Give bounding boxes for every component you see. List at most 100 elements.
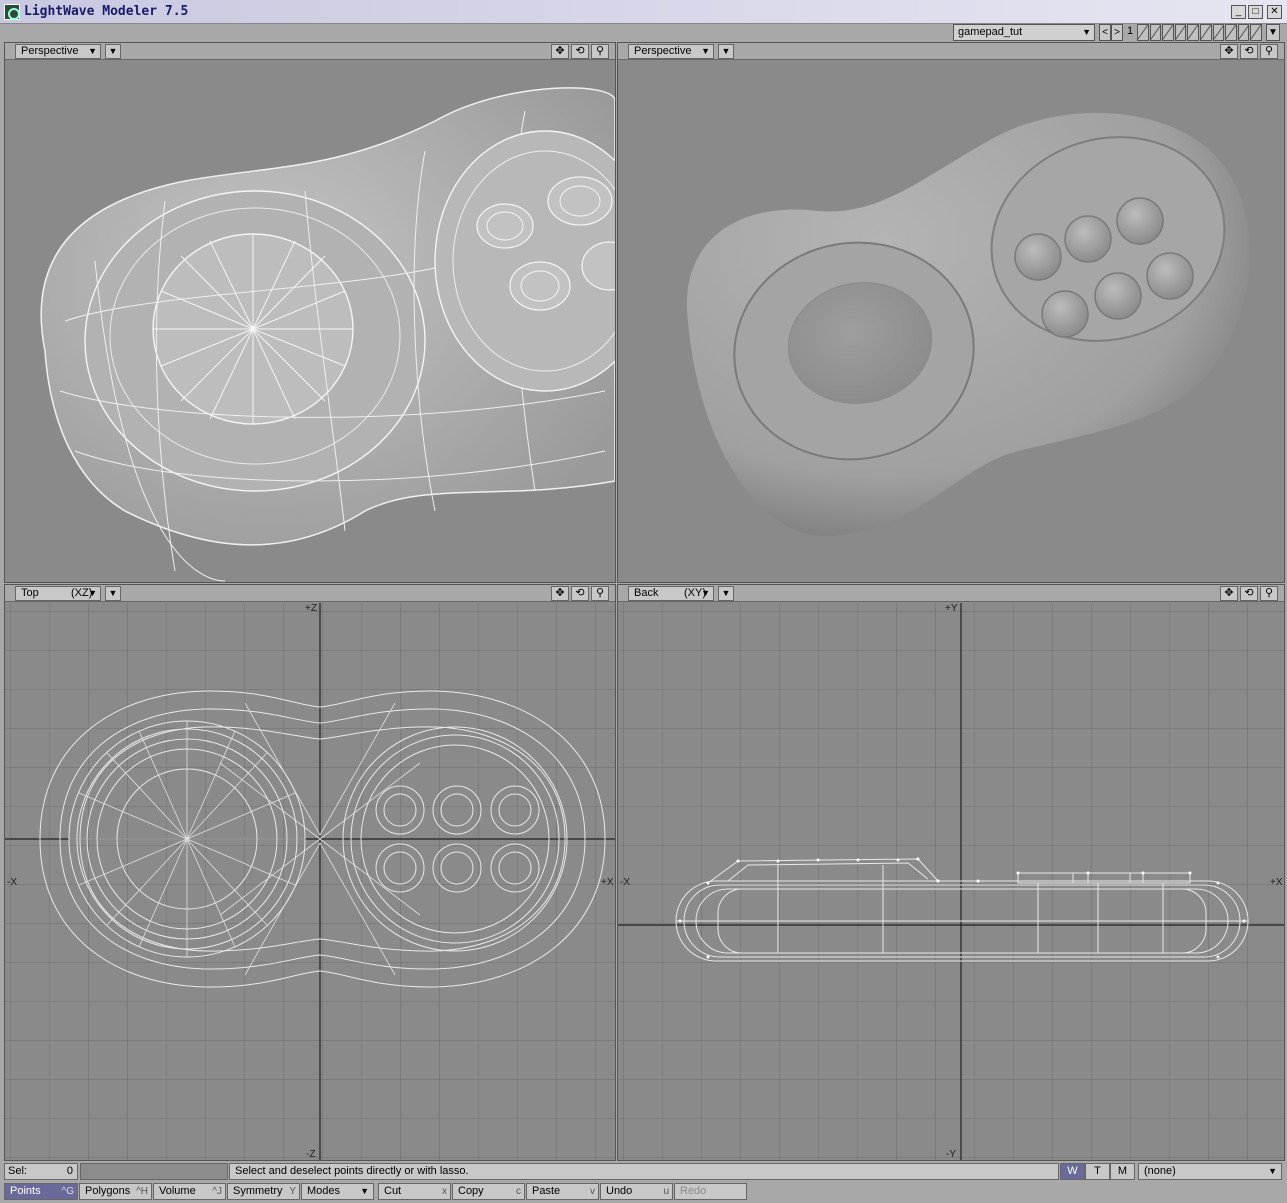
button-label: Symmetry — [233, 1185, 283, 1197]
viewport-canvas[interactable] — [618, 61, 1284, 582]
layer-button[interactable] — [1225, 24, 1237, 41]
axis-label-right: +X — [1270, 877, 1283, 888]
selection-count: Sel: 0 — [4, 1163, 78, 1180]
move-view-icon[interactable]: ✥ — [1220, 44, 1238, 59]
close-button[interactable]: ✕ — [1267, 5, 1282, 19]
axis-label-down: -Y — [946, 1149, 956, 1160]
viewport-top-right[interactable]: Perspective ▼ ▼ ✥ ⟲ ⚲ — [617, 42, 1285, 583]
layer-button[interactable] — [1250, 24, 1262, 41]
viewport-bottom-left[interactable]: Top (XZ) ▼ ▼ ✥ ⟲ ⚲ +Z -Z -X +X — [4, 584, 616, 1161]
texture-map-button[interactable]: T — [1085, 1163, 1110, 1180]
button-label: Copy — [458, 1185, 484, 1197]
layer-button[interactable] — [1212, 24, 1225, 41]
chevron-down-icon: ▼ — [701, 588, 710, 598]
layer-button[interactable] — [1162, 24, 1174, 41]
button-label: Paste — [532, 1185, 561, 1197]
layer-button[interactable] — [1149, 24, 1162, 41]
sel-value: 0 — [66, 1165, 73, 1177]
viewport-menu-button[interactable]: ▼ — [718, 44, 734, 59]
back-view-wireframe: +Y -Y -X +X — [618, 603, 1284, 1160]
viewport-canvas[interactable] — [5, 61, 615, 582]
volume-mode-button[interactable]: Volume ^J — [153, 1183, 226, 1200]
points-mode-button[interactable]: Points ^G — [4, 1183, 78, 1200]
viewport-menu-button[interactable]: ▼ — [105, 44, 121, 59]
shortcut-label: ^H — [136, 1186, 148, 1197]
move-view-icon[interactable]: ✥ — [551, 44, 569, 59]
bottom-toolbar: Points ^G Polygons ^H Volume ^J Symmetry… — [0, 1181, 1287, 1203]
layer-menu-button[interactable]: ▼ — [1266, 24, 1280, 41]
view-type-selector[interactable]: Back (XY) ▼ — [628, 586, 714, 601]
viewport-canvas[interactable]: +Y -Y -X +X — [618, 603, 1284, 1160]
object-bar: gamepad_tut ▼ < > 1 ▼ — [0, 24, 1287, 42]
copy-button[interactable]: Copy c — [452, 1183, 525, 1200]
rotate-view-icon[interactable]: ⟲ — [1240, 586, 1258, 601]
axis-label-right: +X — [601, 877, 614, 888]
vmap-value: (none) — [1144, 1165, 1176, 1177]
view-type-label: Perspective — [634, 45, 692, 57]
progress-bar — [80, 1163, 228, 1180]
rotate-view-icon[interactable]: ⟲ — [1240, 44, 1258, 59]
view-type-label: Top — [21, 587, 39, 599]
shortcut-label: v — [590, 1186, 595, 1197]
chevron-down-icon: ▼ — [360, 1186, 369, 1196]
viewport-bottom-right[interactable]: Back (XY) ▼ ▼ ✥ ⟲ ⚲ +Y -Y -X +X — [617, 584, 1285, 1161]
axis-label-down: -Z — [306, 1149, 315, 1160]
move-view-icon[interactable]: ✥ — [1220, 586, 1238, 601]
minimize-button[interactable]: _ — [1231, 5, 1246, 19]
button-label: Volume — [159, 1185, 196, 1197]
rotate-view-icon[interactable]: ⟲ — [571, 586, 589, 601]
rotate-view-icon[interactable]: ⟲ — [571, 44, 589, 59]
view-type-label: Back — [634, 587, 659, 599]
layer-buttons — [1137, 24, 1263, 41]
lightwave-app-icon[interactable] — [4, 4, 20, 20]
zoom-view-icon[interactable]: ⚲ — [591, 586, 609, 601]
object-name: gamepad_tut — [958, 26, 1023, 38]
layer-number: 1 — [1127, 25, 1134, 37]
symmetry-button[interactable]: Symmetry Y — [227, 1183, 300, 1200]
layer-button[interactable] — [1187, 24, 1199, 41]
layer-button[interactable] — [1137, 24, 1149, 41]
status-bar: Sel: 0 Select and deselect points direct… — [0, 1161, 1287, 1181]
modes-dropdown[interactable]: Modes ▼ — [301, 1183, 374, 1200]
cut-button[interactable]: Cut x — [378, 1183, 451, 1200]
paste-button[interactable]: Paste v — [526, 1183, 599, 1200]
weight-map-button[interactable]: W — [1060, 1163, 1085, 1180]
move-view-icon[interactable]: ✥ — [551, 586, 569, 601]
redo-button[interactable]: Redo — [674, 1183, 747, 1200]
viewport-menu-button[interactable]: ▼ — [105, 586, 121, 601]
viewport-header: Perspective ▼ ▼ ✥ ⟲ ⚲ — [618, 43, 1284, 60]
shortcut-label: x — [442, 1186, 447, 1197]
shortcut-label: u — [663, 1186, 669, 1197]
layer-button[interactable] — [1174, 24, 1187, 41]
object-selector[interactable]: gamepad_tut ▼ — [953, 24, 1095, 41]
prev-layer-button[interactable]: < — [1099, 24, 1111, 41]
button-label: Polygons — [85, 1185, 131, 1197]
title-bar: LightWave Modeler 7.5 _ □ ✕ — [0, 0, 1287, 24]
chevron-down-icon: ▼ — [88, 588, 97, 598]
view-type-selector[interactable]: Top (XZ) ▼ — [15, 586, 101, 601]
vmap-selector[interactable]: (none) ▼ — [1138, 1163, 1282, 1180]
viewport-menu-button[interactable]: ▼ — [718, 586, 734, 601]
zoom-view-icon[interactable]: ⚲ — [591, 44, 609, 59]
view-type-label: Perspective — [21, 45, 79, 57]
layer-button[interactable] — [1199, 24, 1212, 41]
window-title: LightWave Modeler 7.5 — [24, 4, 189, 19]
viewport-tools: ✥ ⟲ ⚲ — [551, 44, 609, 59]
polygons-mode-button[interactable]: Polygons ^H — [79, 1183, 152, 1200]
viewport-top-left[interactable]: Perspective ▼ ▼ ✥ ⟲ ⚲ — [4, 42, 616, 583]
viewport-canvas[interactable]: +Z -Z -X +X — [5, 603, 615, 1160]
maximize-button[interactable]: □ — [1248, 5, 1263, 19]
button-label: Points — [10, 1185, 41, 1197]
morph-map-button[interactable]: M — [1110, 1163, 1135, 1180]
zoom-view-icon[interactable]: ⚲ — [1260, 44, 1278, 59]
view-type-selector[interactable]: Perspective ▼ — [628, 44, 714, 59]
next-layer-button[interactable]: > — [1111, 24, 1123, 41]
view-type-selector[interactable]: Perspective ▼ — [15, 44, 101, 59]
sel-label: Sel: — [8, 1165, 27, 1177]
viewport-header: Back (XY) ▼ ▼ ✥ ⟲ ⚲ — [618, 585, 1284, 602]
zoom-view-icon[interactable]: ⚲ — [1260, 586, 1278, 601]
undo-button[interactable]: Undo u — [600, 1183, 673, 1200]
chevron-down-icon: ▼ — [1268, 1166, 1277, 1176]
layer-button[interactable] — [1237, 24, 1250, 41]
axis-label-left: -X — [7, 877, 17, 888]
